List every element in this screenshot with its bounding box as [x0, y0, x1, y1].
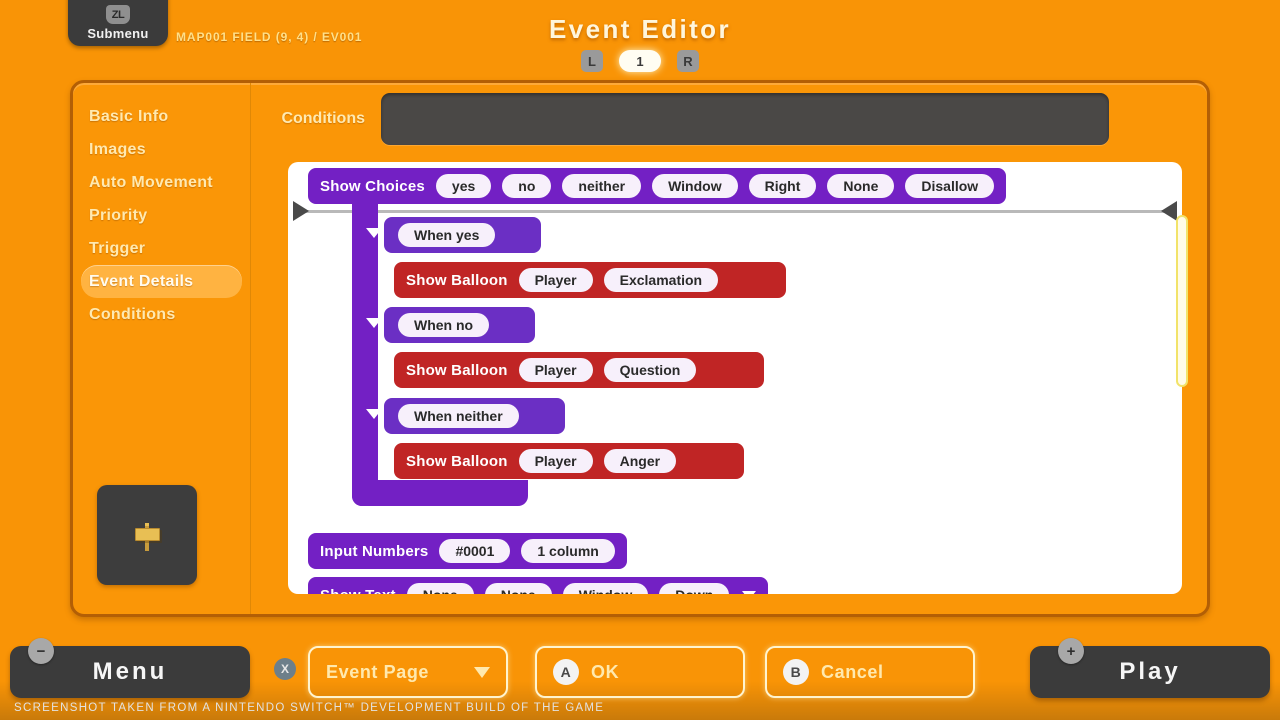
command-show-text[interactable]: Show Text None None Window Down — [308, 577, 769, 595]
branch-label: When neither — [398, 404, 519, 428]
selection-cursor-right-arrow-icon — [1161, 201, 1177, 221]
command-label: Show Choices — [320, 177, 425, 195]
signpost-sprite-icon — [130, 518, 164, 552]
command-arg[interactable]: 1 column — [521, 539, 615, 563]
selection-cursor-line — [293, 210, 1177, 213]
command-label: Show Balloon — [406, 361, 508, 379]
event-page-dropdown[interactable]: Event Page — [308, 646, 508, 698]
command-arg[interactable]: Window — [562, 583, 649, 594]
command-arg[interactable]: neither — [562, 174, 642, 198]
command-show-balloon[interactable]: Show Balloon Player Question — [394, 352, 765, 388]
sidebar-item-label: Event Details — [89, 272, 194, 290]
event-editor-screen: ZL Submenu MAP001 FIELD (9, 4) / EV001 E… — [0, 0, 1280, 720]
command-label: Show Balloon — [406, 452, 508, 470]
sidebar-item-label: Trigger — [89, 239, 146, 257]
sidebar-item-images[interactable]: Images — [81, 133, 242, 166]
sidebar-item-conditions[interactable]: Conditions — [81, 298, 242, 331]
command-arg[interactable]: None — [827, 174, 895, 198]
command-arg[interactable]: #0001 — [439, 539, 511, 563]
bottom-toolbar: − Menu X Event Page A OK B Cancel + Play… — [0, 634, 1280, 720]
command-input-numbers[interactable]: Input Numbers #0001 1 column — [308, 533, 627, 569]
ok-button[interactable]: A OK — [535, 646, 745, 698]
sidebar-item-trigger[interactable]: Trigger — [81, 232, 242, 265]
page-title: Event Editor — [549, 14, 731, 44]
b-key-icon: B — [783, 659, 809, 685]
command-arg[interactable]: Question — [603, 358, 697, 382]
command-arg[interactable]: Player — [518, 268, 593, 292]
command-when-yes[interactable]: When yes — [384, 217, 542, 253]
command-show-balloon[interactable]: Show Balloon Player Anger — [394, 443, 745, 479]
command-arg[interactable]: Down — [659, 583, 730, 594]
conditions-row: Conditions — [251, 83, 1207, 155]
a-key-icon: A — [553, 659, 579, 685]
branch-bracket-vertical — [352, 204, 378, 506]
sidebar-item-basic-info[interactable]: Basic Info — [81, 100, 242, 133]
sidebar-item-auto-movement[interactable]: Auto Movement — [81, 166, 242, 199]
branch-bracket-foot — [352, 480, 528, 506]
command-arg[interactable]: no — [502, 174, 552, 198]
collapse-triangle-icon[interactable] — [366, 228, 382, 238]
sidebar-item-label: Images — [89, 140, 146, 158]
l-shoulder-key-icon[interactable]: L — [581, 50, 603, 72]
collapse-triangle-icon[interactable] — [366, 409, 382, 419]
editor-panel: Basic Info Images Auto Movement Priority… — [70, 80, 1210, 617]
command-arg[interactable]: Player — [518, 449, 593, 473]
development-build-note: Screenshot taken from a Nintendo Switch™… — [14, 702, 605, 714]
command-label: Show Balloon — [406, 271, 508, 289]
cancel-button[interactable]: B Cancel — [765, 646, 975, 698]
conditions-field[interactable] — [381, 93, 1109, 145]
cancel-button-label: Cancel — [821, 661, 884, 682]
command-arg[interactable]: Player — [518, 358, 593, 382]
branch-label: When no — [398, 313, 490, 337]
command-show-choices[interactable]: Show Choices yes no neither Window Right… — [308, 168, 1007, 204]
minus-key-icon: − — [28, 638, 54, 664]
play-button[interactable]: + Play — [1030, 638, 1270, 698]
x-key-icon: X — [274, 658, 296, 680]
sidebar-item-priority[interactable]: Priority — [81, 199, 242, 232]
command-arg[interactable]: Right — [748, 174, 817, 198]
conditions-label: Conditions — [281, 110, 365, 127]
sidebar-item-event-details[interactable]: Event Details — [81, 265, 242, 298]
plus-key-icon: + — [1058, 638, 1084, 664]
ok-button-label: OK — [591, 661, 620, 682]
event-list-scrollbar-thumb[interactable] — [1176, 215, 1188, 387]
command-when-neither[interactable]: When neither — [384, 398, 565, 434]
r-shoulder-key-icon[interactable]: R — [677, 50, 699, 72]
chevron-down-icon — [474, 666, 490, 678]
sidebar-item-label: Auto Movement — [89, 173, 213, 191]
event-list-scrollbar[interactable] — [1176, 183, 1188, 573]
command-show-balloon[interactable]: Show Balloon Player Exclamation — [394, 262, 787, 298]
command-arg[interactable]: None — [406, 583, 474, 594]
menu-button[interactable]: − Menu — [10, 638, 250, 698]
branch-label: When yes — [398, 223, 496, 247]
command-arg[interactable]: Window — [652, 174, 738, 198]
sidebar-item-label: Priority — [89, 206, 148, 224]
sidebar: Basic Info Images Auto Movement Priority… — [73, 83, 251, 614]
event-sprite-preview[interactable] — [97, 485, 197, 585]
page-navigator: L 1 R — [0, 50, 1280, 72]
command-label: Input Numbers — [320, 542, 429, 560]
sidebar-item-label: Basic Info — [89, 107, 169, 125]
play-button-label: Play — [1119, 658, 1181, 685]
event-page-label: Event Page — [326, 661, 430, 682]
current-page-indicator: 1 — [619, 50, 661, 72]
selection-cursor-left-arrow-icon — [293, 201, 309, 221]
command-arg[interactable]: Anger — [603, 449, 677, 473]
chevron-down-icon[interactable] — [742, 590, 757, 594]
menu-button-label: Menu — [92, 658, 168, 685]
collapse-triangle-icon[interactable] — [366, 318, 382, 328]
command-label: Show Text — [320, 587, 396, 595]
command-arg[interactable]: Exclamation — [603, 268, 719, 292]
command-arg[interactable]: None — [484, 583, 552, 594]
command-arg[interactable]: yes — [435, 174, 492, 198]
event-command-list[interactable]: Show Choices yes no neither Window Right… — [288, 162, 1182, 594]
sidebar-item-label: Conditions — [89, 305, 176, 323]
command-arg[interactable]: Disallow — [905, 174, 995, 198]
command-when-no[interactable]: When no — [384, 307, 536, 343]
